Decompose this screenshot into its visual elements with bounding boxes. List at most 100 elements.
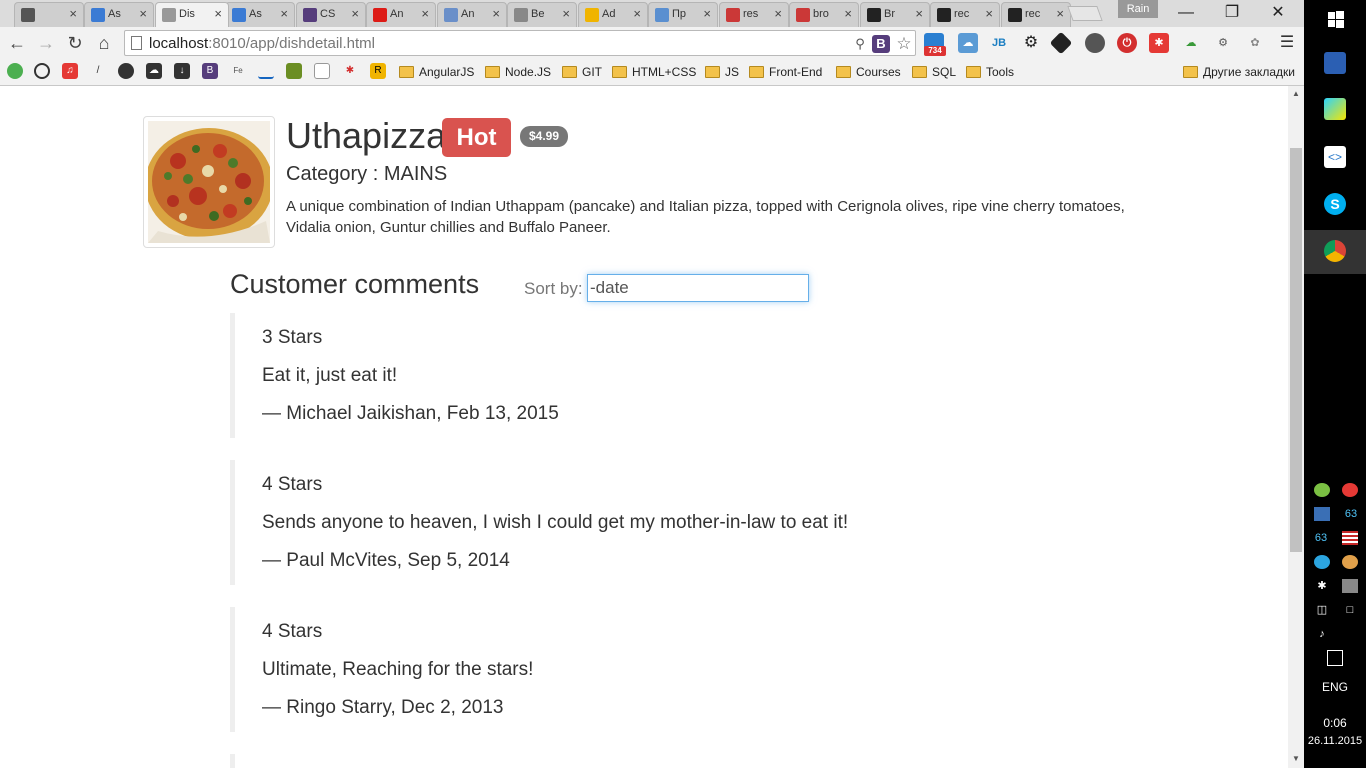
settings-wheel-icon[interactable]	[1085, 33, 1105, 53]
clock-time[interactable]: 0:06	[1304, 716, 1366, 730]
taskbar-app-chrome[interactable]	[1304, 230, 1366, 274]
taskbar-app-webstorm[interactable]	[1304, 88, 1366, 132]
tab-close-icon[interactable]: ×	[492, 6, 500, 21]
browser-tab[interactable]: An ×	[437, 2, 507, 27]
translate-icon[interactable]: ☁	[1181, 33, 1201, 53]
tray-tomato-icon[interactable]	[1342, 483, 1358, 497]
notifications-icon[interactable]	[1327, 650, 1343, 666]
bookmark-folder[interactable]: HTML+CSS	[612, 63, 696, 81]
tab-close-icon[interactable]: ×	[633, 6, 641, 21]
network-icon[interactable]: □	[1342, 603, 1358, 617]
tray-count-a[interactable]: 63	[1340, 507, 1362, 521]
tray-globe-icon[interactable]	[1342, 555, 1358, 569]
git-icon[interactable]	[1049, 31, 1073, 55]
browser-tab[interactable]: CS ×	[296, 2, 366, 27]
tab-close-icon[interactable]: ×	[703, 6, 711, 21]
us-flag-icon[interactable]	[1342, 531, 1358, 545]
browser-tab[interactable]: rec ×	[930, 2, 1000, 27]
scroll-down-icon[interactable]: ▼	[1292, 754, 1300, 763]
bookmark-chart-icon[interactable]	[286, 63, 302, 79]
bookmark-underline-icon[interactable]	[258, 63, 274, 79]
tab-close-icon[interactable]: ×	[280, 6, 288, 21]
jetbrains-icon[interactable]: JB	[989, 33, 1009, 53]
tray-leaf-icon[interactable]	[1314, 483, 1330, 497]
asterisk-icon[interactable]: ✱	[1149, 33, 1169, 53]
bookmark-page-icon[interactable]	[314, 63, 330, 79]
car-icon[interactable]: ⚙	[1213, 33, 1233, 53]
back-icon[interactable]: ←	[6, 32, 28, 54]
start-button[interactable]	[1304, 0, 1366, 44]
extension-badge-icon[interactable]: 734	[924, 33, 946, 56]
bookmark-music-icon[interactable]: ♫	[62, 63, 78, 79]
bookmark-brush-icon[interactable]: /	[90, 63, 106, 79]
tab-close-icon[interactable]: ×	[69, 6, 77, 21]
star-icon[interactable]: ☆	[895, 35, 913, 53]
browser-tab[interactable]: Be ×	[507, 2, 577, 27]
bookmark-leaf-icon[interactable]	[7, 63, 23, 79]
browser-tab[interactable]: bro ×	[789, 2, 859, 27]
tab-close-icon[interactable]: ×	[985, 6, 993, 21]
browser-tab[interactable]: ×	[14, 2, 84, 27]
taskbar-app-save[interactable]	[1304, 42, 1366, 86]
bookmark-folder[interactable]: SQL	[912, 63, 956, 81]
volume-icon[interactable]: ♪	[1314, 627, 1330, 641]
profile-button[interactable]: Rain	[1118, 0, 1158, 18]
browser-tab[interactable]: rec ×	[1001, 2, 1071, 27]
bookmark-circle-icon[interactable]	[118, 63, 134, 79]
taskbar-app-editor[interactable]: <>	[1304, 136, 1366, 180]
language-indicator[interactable]: ENG	[1304, 680, 1366, 694]
page-scrollbar[interactable]: ▲ ▼	[1288, 86, 1304, 768]
bootstrap-icon[interactable]: B	[872, 35, 890, 53]
tab-close-icon[interactable]: ×	[139, 6, 147, 21]
telegram-icon[interactable]	[1314, 555, 1330, 569]
bookmark-fe-icon[interactable]: Fe	[230, 63, 246, 79]
tab-close-icon[interactable]: ×	[1056, 6, 1064, 21]
taskbar-app-skype[interactable]: S	[1304, 183, 1366, 227]
browser-tab[interactable]: Пр ×	[648, 2, 718, 27]
tray-screen-icon[interactable]	[1314, 507, 1330, 521]
bookmark-download-icon[interactable]: ↓	[174, 63, 190, 79]
browser-tab[interactable]: An ×	[366, 2, 436, 27]
bookmark-folder[interactable]: AngularJS	[399, 63, 474, 81]
scroll-up-icon[interactable]: ▲	[1292, 89, 1300, 98]
other-bookmarks-folder[interactable]: Другие закладки	[1183, 63, 1295, 81]
bookmark-folder[interactable]: Front-End	[749, 63, 822, 81]
menu-icon[interactable]: ☰	[1277, 33, 1297, 53]
close-window-icon[interactable]: ✕	[1258, 2, 1298, 24]
bookmark-cloud-icon[interactable]: ☁	[146, 63, 162, 79]
home-icon[interactable]: ⌂	[93, 32, 115, 54]
clock-date[interactable]: 26.11.2015	[1304, 735, 1366, 747]
adblock-icon[interactable]: ⏻	[1117, 33, 1137, 53]
bookmark-folder[interactable]: JS	[705, 63, 739, 81]
scrollbar-thumb[interactable]	[1290, 148, 1302, 552]
bookmark-folder[interactable]: Tools	[966, 63, 1014, 81]
address-bar[interactable]: localhost:8010/app/dishdetail.html ⚲ B ☆	[124, 30, 916, 56]
bookmark-bootstrap-icon[interactable]: B	[202, 63, 218, 79]
paw-icon[interactable]: ✿	[1245, 33, 1265, 53]
tab-close-icon[interactable]: ×	[562, 6, 570, 21]
tab-close-icon[interactable]: ×	[351, 6, 359, 21]
browser-tab[interactable]: Ad ×	[578, 2, 648, 27]
forward-icon[interactable]: →	[35, 32, 57, 54]
restore-icon[interactable]: ❐	[1212, 2, 1252, 24]
bookmark-folder[interactable]: Node.JS	[485, 63, 551, 81]
bluetooth-icon[interactable]: ✱	[1314, 579, 1330, 593]
browser-tab[interactable]: res ×	[719, 2, 789, 27]
reload-icon[interactable]: ↻	[64, 32, 86, 54]
bookmark-figure-icon[interactable]: ✱	[342, 63, 358, 79]
sort-input[interactable]	[587, 274, 809, 302]
bookmark-folder[interactable]: GIT	[562, 63, 602, 81]
bookmark-r-icon[interactable]: R	[370, 63, 386, 79]
tray-count-b[interactable]: 63	[1310, 531, 1332, 545]
bookmark-target-icon[interactable]	[34, 63, 50, 79]
tab-close-icon[interactable]: ×	[774, 6, 782, 21]
zoom-icon[interactable]: ⚲	[851, 35, 869, 53]
minimize-icon[interactable]: —	[1166, 2, 1206, 24]
tab-close-icon[interactable]: ×	[844, 6, 852, 21]
gear-icon[interactable]: ⚙	[1021, 33, 1041, 53]
new-tab-button[interactable]	[1067, 6, 1103, 21]
tab-close-icon[interactable]: ×	[214, 6, 222, 21]
cloud-icon[interactable]: ☁	[958, 33, 978, 53]
tray-drive-icon[interactable]	[1342, 579, 1358, 593]
bookmark-folder[interactable]: Courses	[836, 63, 901, 81]
